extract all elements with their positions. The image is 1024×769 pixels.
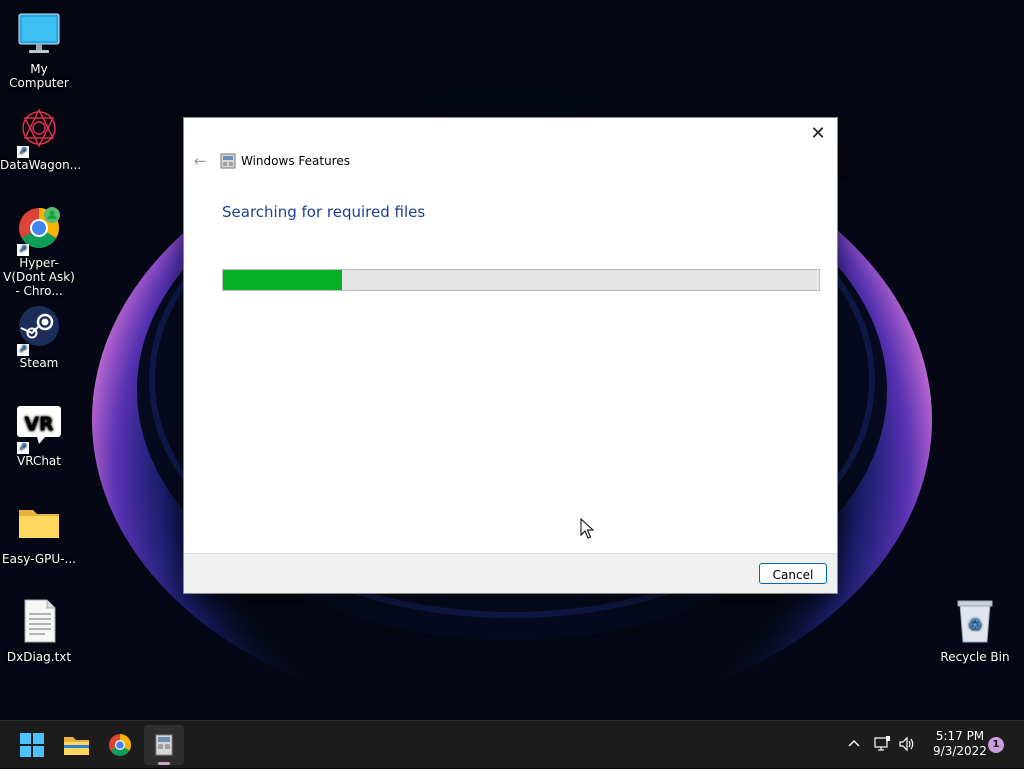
progress-bar-fill (223, 270, 343, 290)
desktop-icon-label: Recycle Bin (940, 650, 1010, 664)
speaker-icon (899, 736, 914, 752)
chevron-up-icon (848, 740, 860, 747)
desktop-icon-datawagon[interactable]: ↗ DataWagon... (0, 106, 82, 172)
file-explorer-icon (64, 737, 89, 755)
taskbar-chrome[interactable] (100, 725, 140, 765)
desktop-icon-label: DataWagon... (0, 158, 82, 172)
progress-bar (222, 269, 820, 291)
close-icon: ✕ (810, 123, 826, 144)
chrome-icon: ↗ (15, 204, 63, 256)
folder-icon (15, 500, 63, 548)
recycle-bin-icon: ♻ (951, 598, 999, 646)
text-file-icon (15, 598, 63, 646)
windows-features-dialog: ✕ ← Windows Features Searching for requi… (183, 117, 838, 594)
desktop-icon-recycle-bin[interactable]: ♻ Recycle Bin (936, 598, 1014, 664)
taskbar: 5:17 PM 9/3/2022 1 (0, 720, 1024, 768)
datawagon-icon: ↗ (15, 106, 63, 158)
active-app-indicator (158, 762, 170, 765)
desktop-icon-vrchat[interactable]: VR ↗ VRChat (0, 402, 78, 468)
svg-text:♻: ♻ (968, 615, 982, 634)
notification-badge[interactable]: 1 (988, 737, 1004, 753)
network-icon (874, 736, 890, 751)
cancel-button[interactable]: Cancel (759, 563, 827, 584)
start-button[interactable] (12, 725, 52, 765)
shortcut-arrow-icon: ↗ (17, 442, 29, 454)
desktop-icon-easy-gpu[interactable]: Easy-GPU-... (0, 500, 78, 566)
back-arrow-icon: ← (193, 152, 207, 170)
vrchat-icon: VR ↗ (15, 402, 63, 454)
steam-icon: ↗ (15, 304, 63, 356)
monitor-icon (15, 10, 63, 58)
desktop-icon-my-computer[interactable]: My Computer (0, 10, 78, 90)
desktop-icon-steam[interactable]: ↗ Steam (0, 304, 78, 370)
desktop-icon-dxdiag[interactable]: DxDiag.txt (0, 598, 78, 664)
volume-button[interactable] (898, 735, 916, 756)
show-hidden-icons-button[interactable] (846, 735, 862, 754)
windows-features-icon (155, 734, 173, 756)
taskbar-windows-features[interactable] (144, 725, 184, 765)
dialog-footer: Cancel (184, 553, 837, 593)
windows-features-icon (220, 153, 236, 169)
desktop-icon-label: Hyper-V(Dont Ask) - Chro... (3, 256, 75, 298)
desktop-icon-label: Easy-GPU-... (2, 552, 76, 566)
start-icon (20, 733, 44, 757)
desktop-icon-label: DxDiag.txt (6, 650, 72, 664)
chrome-icon (109, 734, 131, 756)
shortcut-arrow-icon: ↗ (17, 344, 29, 356)
desktop-icon-label: My Computer (9, 62, 69, 90)
status-heading: Searching for required files (222, 203, 426, 221)
mouse-cursor-icon (580, 517, 595, 544)
desktop-icon-label: Steam (19, 356, 59, 370)
network-button[interactable] (873, 735, 891, 756)
shortcut-arrow-icon: ↗ (17, 146, 29, 158)
svg-text:VR: VR (24, 413, 54, 435)
desktop-icon-hyper-v-chrome[interactable]: ↗ Hyper-V(Dont Ask) - Chro... (0, 204, 78, 298)
desktop-icon-label: VRChat (17, 454, 61, 468)
close-button[interactable]: ✕ (805, 122, 831, 146)
back-button[interactable]: ← (191, 152, 209, 170)
taskbar-file-explorer[interactable] (56, 725, 96, 765)
dialog-title: Windows Features (241, 154, 350, 168)
shortcut-arrow-icon: ↗ (17, 244, 29, 256)
